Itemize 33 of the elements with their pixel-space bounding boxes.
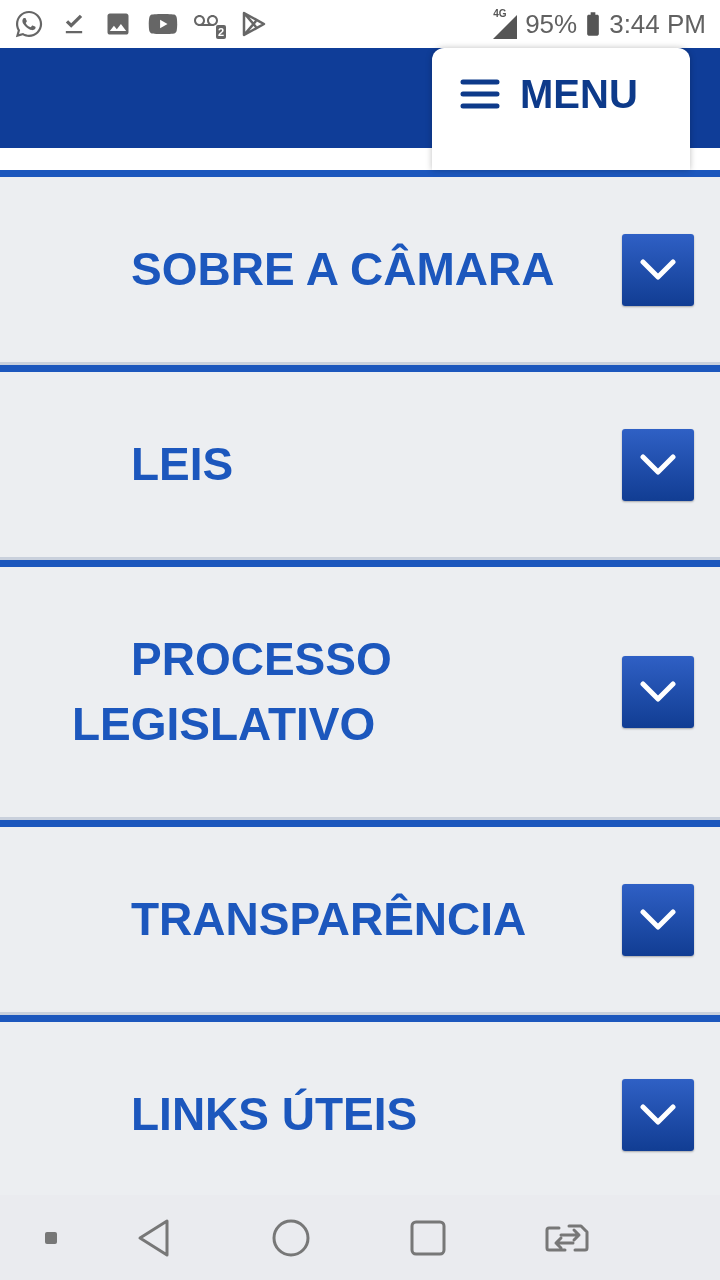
notification-dot-button[interactable] bbox=[45, 1231, 57, 1244]
accordion-title: LEIS bbox=[130, 437, 235, 492]
expand-button[interactable] bbox=[622, 883, 694, 956]
accordion-item[interactable]: LEIS bbox=[0, 365, 720, 560]
recents-icon bbox=[410, 1219, 446, 1256]
notification-badge: 2 bbox=[215, 25, 226, 39]
expand-button[interactable] bbox=[622, 656, 694, 728]
network-type: 4G bbox=[493, 9, 507, 19]
swap-icon bbox=[545, 1222, 589, 1253]
play-icon bbox=[242, 11, 266, 37]
accordion-title: PROCESSO LEGISLATIVO bbox=[72, 632, 393, 752]
recents-button[interactable] bbox=[410, 1219, 446, 1256]
accordion-title: SOBRE A CÂMARA bbox=[130, 242, 556, 297]
back-button[interactable] bbox=[137, 1217, 171, 1258]
accordion-title: LINKS ÚTEIS bbox=[130, 1087, 419, 1142]
accordion-item[interactable]: SOBRE A CÂMARA bbox=[0, 170, 720, 365]
accordion-item[interactable]: TRANSPARÊNCIA bbox=[0, 820, 720, 1015]
expand-button[interactable] bbox=[622, 428, 694, 501]
menu-icon bbox=[460, 79, 500, 109]
accordion-item[interactable]: PROCESSO LEGISLATIVO bbox=[0, 560, 720, 820]
home-button[interactable] bbox=[272, 1218, 310, 1257]
battery-percent: 95% bbox=[525, 9, 578, 39]
accordion-title: TRANSPARÊNCIA bbox=[130, 892, 528, 947]
home-icon bbox=[272, 1218, 310, 1257]
menu-button[interactable]: MENU bbox=[432, 48, 690, 170]
switch-app-button[interactable] bbox=[545, 1222, 589, 1253]
back-icon bbox=[137, 1217, 171, 1258]
whatsapp-icon bbox=[14, 9, 44, 39]
clock-time: 3:44 PM bbox=[609, 9, 706, 39]
expand-button[interactable] bbox=[622, 233, 694, 306]
accordion-item[interactable]: LINKS ÚTEIS bbox=[0, 1015, 720, 1195]
signal-icon bbox=[493, 15, 518, 39]
expand-button[interactable] bbox=[622, 1078, 694, 1151]
